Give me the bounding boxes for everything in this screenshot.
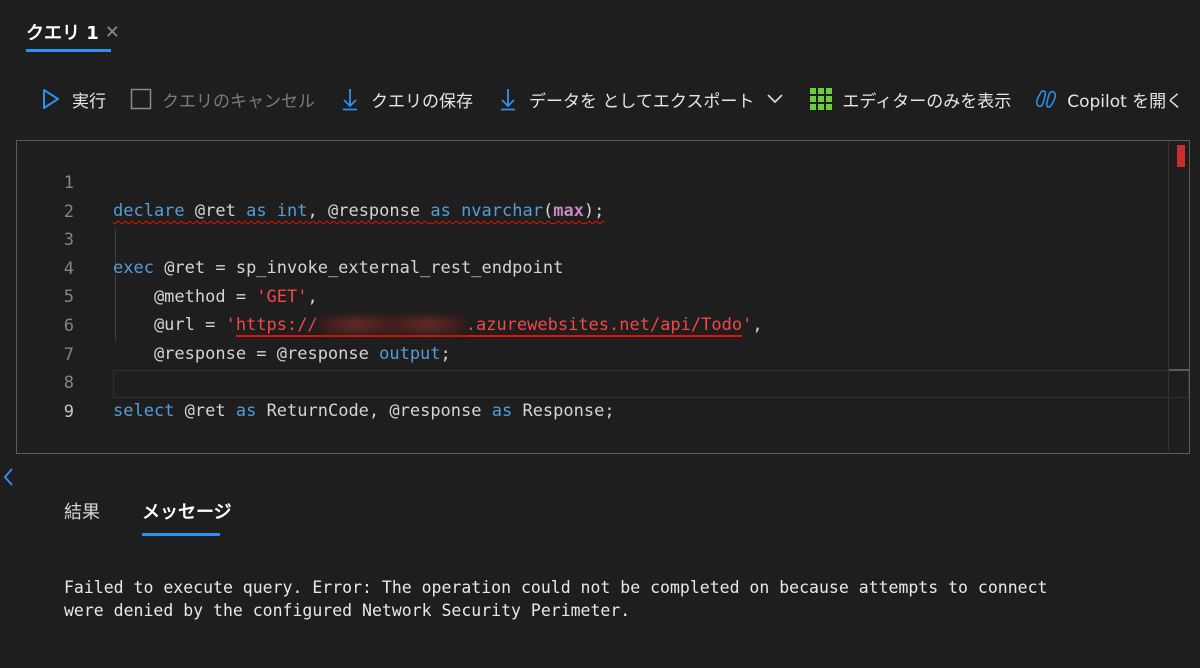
copilot-icon (1035, 87, 1057, 111)
error-message: Failed to execute query. Error: The oper… (64, 578, 1048, 620)
query-toolbar: 実行 クエリのキャンセル クエリの保存 データを としてエクスポート エディター… (40, 80, 1200, 118)
open-copilot-button[interactable]: Copilot を開く (1035, 87, 1183, 112)
chevron-down-icon (764, 87, 786, 111)
results-tab-indicator (142, 533, 220, 536)
tab-title: クエリ 1 (26, 23, 99, 44)
line-number: 9 (63, 401, 74, 422)
download-icon (497, 87, 519, 111)
code-text: select @ret as ReturnCode, @response as … (113, 401, 615, 422)
tab-messages[interactable]: メッセージ (142, 498, 232, 524)
code-line: 7 (17, 313, 1167, 365)
run-label: 実行 (72, 91, 106, 112)
grid-icon (810, 87, 833, 111)
code-line: 5 @url = 'https://.azurewebsites.net/api… (17, 255, 1167, 338)
code-line: 8 select @ret as ReturnCode, @response a… (17, 341, 1167, 421)
run-button[interactable]: 実行 (40, 87, 106, 112)
code-line: 6 @response = @response output; (17, 284, 1167, 364)
sql-editor[interactable]: 1 declare @ret as int, @response as nvar… (16, 140, 1190, 454)
tab-bar: クエリ 1 ✕ (0, 0, 1200, 56)
close-icon[interactable]: ✕ (105, 22, 120, 43)
chevron-left-icon[interactable] (2, 466, 14, 494)
open-copilot-label: Copilot を開く (1067, 91, 1184, 112)
code-line: 4 @method = 'GET', (17, 227, 1167, 307)
cancel-query-label: クエリのキャンセル (162, 91, 315, 112)
tab-results[interactable]: 結果 (64, 498, 100, 524)
save-query-label: クエリの保存 (371, 91, 473, 112)
cancel-query-button[interactable]: クエリのキャンセル (130, 87, 315, 112)
checkbox-icon (130, 87, 152, 111)
code-line: 1 declare @ret as int, @response as nvar… (17, 141, 1167, 221)
download-icon (339, 87, 361, 111)
code-line: 9 (17, 370, 1167, 422)
cursor-ruler-mark (1169, 369, 1189, 371)
save-query-button[interactable]: クエリの保存 (339, 87, 473, 112)
editor-only-button[interactable]: エディターのみを表示 (810, 87, 1011, 112)
error-marker (1177, 145, 1185, 167)
code-line: 2 (17, 170, 1167, 222)
play-icon (40, 87, 62, 111)
export-data-button[interactable]: データを としてエクスポート (497, 87, 786, 112)
code-line: 3 exec @ret = sp_invoke_external_rest_en… (17, 198, 1167, 278)
editor-only-label: エディターのみを表示 (842, 91, 1012, 112)
editor-scrollbar[interactable] (1168, 141, 1189, 451)
tab-query-1[interactable]: クエリ 1 ✕ (26, 12, 120, 52)
export-data-label: データを としてエクスポート (529, 91, 755, 112)
tab-active-indicator (26, 49, 111, 52)
